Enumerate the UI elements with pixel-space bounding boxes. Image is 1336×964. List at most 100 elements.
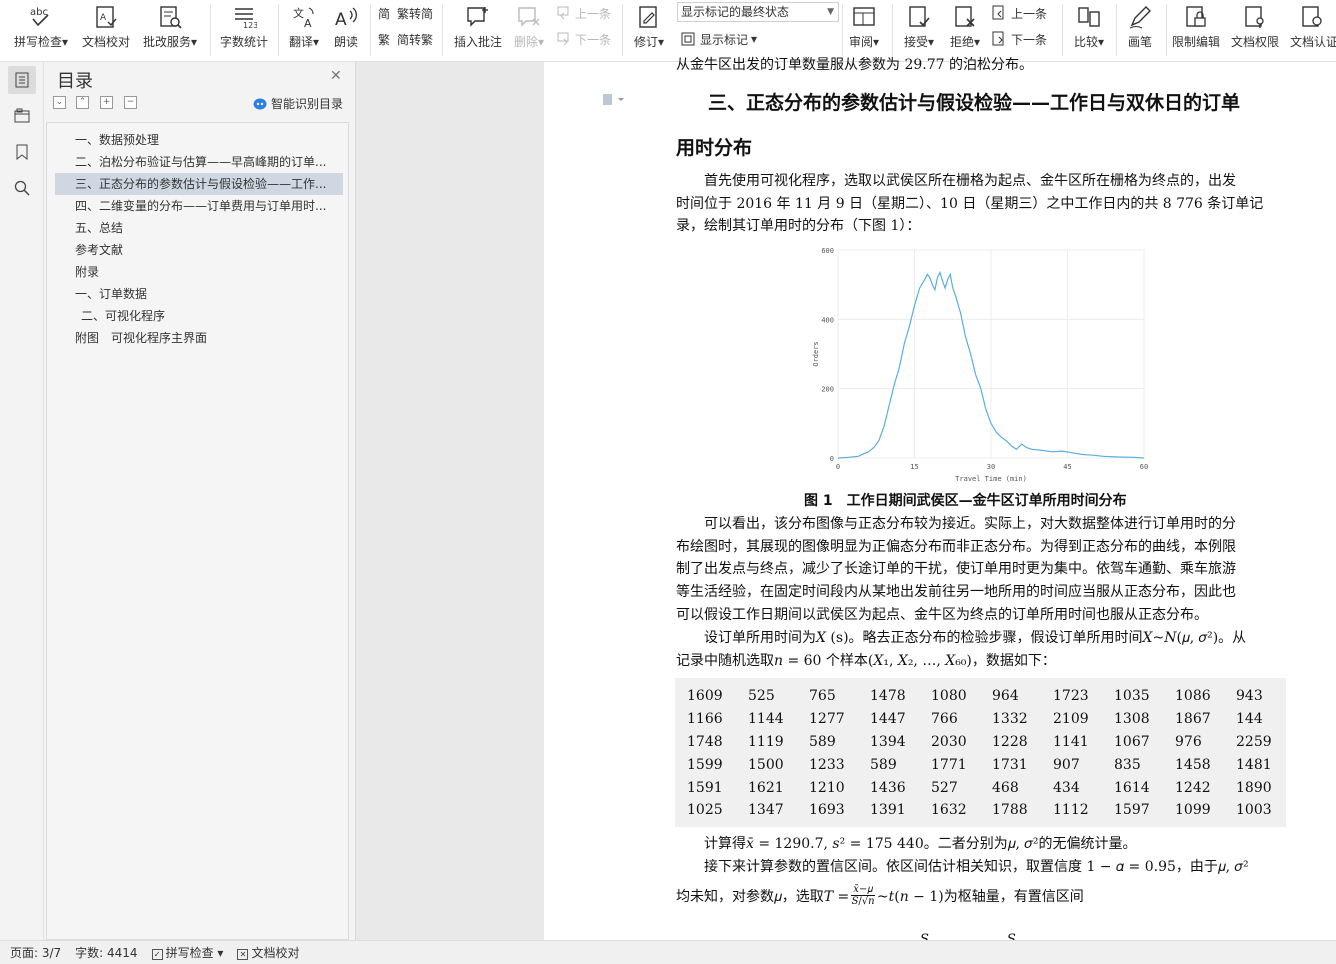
table-cell: 1080 xyxy=(931,688,967,705)
lock-icon xyxy=(1186,6,1206,27)
spell-check-button[interactable]: abc 拼写检查▾ xyxy=(10,0,72,62)
word-count-indicator[interactable]: 字数: 4414 xyxy=(75,944,137,961)
status-doc-check[interactable]: ✕ 文档校对 xyxy=(237,944,299,961)
batch-service-button[interactable]: 批改服务▾ xyxy=(140,0,200,62)
insert-comment-button[interactable]: 插入批注 xyxy=(450,0,506,62)
chapter-nav-icon[interactable] xyxy=(8,102,36,130)
table-cell: 765 xyxy=(809,688,836,705)
svg-text:繁: 繁 xyxy=(378,32,390,47)
table-cell: 1478 xyxy=(870,688,906,705)
table-cell: 2109 xyxy=(1053,711,1089,728)
delete-comment-button[interactable]: 删除▾ xyxy=(510,0,548,62)
trad-to-simp-button[interactable]: 简 繁转简 xyxy=(378,3,433,23)
status-spell-check[interactable]: ✓ 拼写检查 ▾ xyxy=(151,944,223,961)
text-line: 录，绘制其订单用时的分布（下图 1）： xyxy=(676,218,921,235)
spell-check-icon: abc xyxy=(30,7,49,27)
toc-item[interactable]: 附图 可视化程序主界面 xyxy=(55,327,343,349)
table-cell: 1723 xyxy=(1053,688,1089,705)
expand-icon[interactable]: ⌄ xyxy=(53,96,66,109)
paragraph-4: 计算得𝑥̄ = 1290.7, 𝑠² = 175 440。二者分别为𝜇, 𝜎²的… xyxy=(676,833,1284,856)
text-line: 制了出发点与终点，减少了长途订单的干扰，使订单用时更为集中。依驾车通勤、乘车旅游 xyxy=(676,561,1236,578)
simp-to-trad-button[interactable]: 繁 简转繁 xyxy=(378,29,433,49)
insert-comment-icon xyxy=(467,7,488,27)
toc-item[interactable]: 五、总结 xyxy=(55,217,343,239)
collapse-icon[interactable]: ⌃ xyxy=(76,96,89,109)
review-button[interactable]: 审阅▾ xyxy=(846,0,882,62)
toc-panel-icon[interactable] xyxy=(8,66,36,94)
pen-button[interactable]: 画笔 xyxy=(1122,0,1158,62)
table-cell: 964 xyxy=(992,688,1019,705)
table-cell: 1347 xyxy=(748,802,784,819)
compare-button[interactable]: 比较▾ xyxy=(1070,0,1108,62)
page-indicator[interactable]: 页面: 3/7 xyxy=(10,944,61,961)
restrict-edit-button[interactable]: 限制编辑 xyxy=(1170,0,1222,62)
text-line: 计算得𝑥̄ = 1290.7, 𝑠² = 175 440。二者分别为𝜇, 𝜎²的… xyxy=(704,836,1137,852)
doc-permission-button[interactable]: 文档权限 xyxy=(1229,0,1281,62)
table-cell: 1788 xyxy=(992,802,1028,819)
table-cell: 766 xyxy=(931,711,958,728)
table-cell: 589 xyxy=(870,756,897,773)
table-cell: 1277 xyxy=(809,711,845,728)
prev-change-button[interactable]: 上一条 xyxy=(992,3,1047,23)
text-line: 可以假设工作日期间以武侯区为起点、金牛区为终点的订单所用时间也服从正态分布。 xyxy=(676,606,1208,623)
table-cell: 1394 xyxy=(870,733,906,750)
text-line: 接下来计算参数的置信区间。依区间估计相关知识，取置信度 1 − 𝛼 = 0.95… xyxy=(704,859,1249,875)
fraction-numerator: 𝑥̄−𝜇 xyxy=(851,884,875,896)
toc-item[interactable]: 一、订单数据 xyxy=(55,283,343,305)
doc-check-small-icon: ✕ xyxy=(237,949,249,960)
table-cell: 1144 xyxy=(748,711,784,728)
table-cell: 468 xyxy=(992,779,1019,796)
bookmark-icon[interactable] xyxy=(8,138,36,166)
y-tick-label: 0 xyxy=(830,455,834,463)
show-markup-icon xyxy=(681,32,695,46)
next-comment-button[interactable]: 下一条 xyxy=(556,29,611,49)
toc-item[interactable]: 四、二维变量的分布——订单费用与订单用时... xyxy=(55,195,343,217)
close-icon[interactable]: ✕ xyxy=(330,68,342,84)
remove-heading-icon[interactable]: − xyxy=(124,96,137,109)
translate-icon: 文A xyxy=(293,6,314,30)
compare-icon xyxy=(1078,7,1100,27)
table-cell: 1210 xyxy=(809,779,845,796)
y-tick-label: 200 xyxy=(821,386,834,394)
add-heading-icon[interactable]: + xyxy=(100,96,113,109)
show-markup-button[interactable]: 显示标记 ▾ xyxy=(681,29,757,49)
x-tick-label: 60 xyxy=(1140,463,1148,471)
toc-item[interactable]: 二、可视化程序 xyxy=(55,305,343,327)
paragraph-marker-icon[interactable] xyxy=(602,91,626,110)
prev-comment-button[interactable]: 上一条 xyxy=(556,3,611,23)
text-line: 首先使用可视化程序，选取以武侯区所在栅格为起点、金牛区所在栅格为终点的，出发 xyxy=(704,173,1236,189)
next-comment-icon xyxy=(557,32,569,46)
accept-button[interactable]: 接受▾ xyxy=(900,0,938,62)
toc-item[interactable]: 附录 xyxy=(55,261,343,283)
next-change-button[interactable]: 下一条 xyxy=(992,29,1047,49)
table-row: 1599 1500 1233 589 1771 1731 907 835 1458 1481 xyxy=(675,753,1285,776)
svg-text:简: 简 xyxy=(378,7,390,21)
table-cell: 1112 xyxy=(1053,802,1089,819)
reject-button[interactable]: 拒绝▾ xyxy=(946,0,984,62)
doc-check-button[interactable]: A 文档校对 xyxy=(80,0,132,62)
toc-item-selected[interactable]: 三、正态分布的参数估计与假设检验——工作... xyxy=(55,173,343,195)
word-count-button[interactable]: 123 字数统计 xyxy=(216,0,272,62)
table-cell: 527 xyxy=(931,779,958,796)
toc-item[interactable]: 二、泊松分布验证与估算——早高峰期的订单... xyxy=(55,151,343,173)
revise-button[interactable]: 修订▾ xyxy=(630,0,668,62)
svg-text:123: 123 xyxy=(243,21,257,30)
document-page[interactable]: 从金牛区出发的订单数量服从参数为 29.77 的泊松分布。 三、正态分布的参数估… xyxy=(544,57,1336,947)
smart-toc-button[interactable]: 智能识别目录 xyxy=(253,95,343,112)
body-text: 从金牛区出发的订单数量服从参数为 29.77 的泊松分布。 xyxy=(676,57,1033,73)
svg-text:abc: abc xyxy=(30,7,48,18)
doc-cert-button[interactable]: 文档认证 xyxy=(1287,0,1336,62)
reject-icon xyxy=(955,6,975,27)
table-cell: 434 xyxy=(1053,779,1080,796)
sample-data-table: 1609 525 765 1478 1080 964 1723 1035 1086 943 1166… xyxy=(675,678,1286,827)
pen-icon xyxy=(1129,6,1151,29)
toc-list: 一、数据预处理 二、泊松分布验证与估算——早高峰期的订单... 三、正态分布的参… xyxy=(46,122,349,940)
translate-button[interactable]: 文A 翻译▾ xyxy=(286,0,322,62)
read-aloud-button[interactable]: A 朗读 xyxy=(330,0,362,62)
toc-item[interactable]: 参考文献 xyxy=(55,239,343,261)
markup-state-select[interactable]: 显示标记的最终状态 ▼ xyxy=(677,2,839,22)
table-cell: 144 xyxy=(1236,711,1263,728)
search-icon[interactable] xyxy=(8,174,36,202)
review-icon xyxy=(853,7,875,26)
toc-item[interactable]: 一、数据预处理 xyxy=(55,129,343,151)
